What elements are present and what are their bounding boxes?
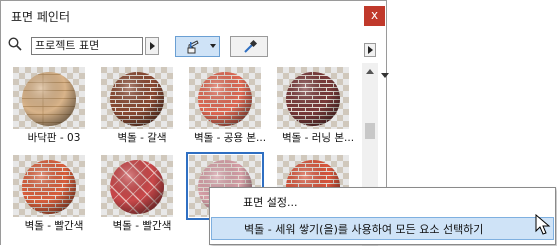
scroll-thumb[interactable] [365,123,375,139]
surface-label: 벽돌 - 러닝 본... [281,132,355,144]
surface-tile[interactable]: 벽돌 - 러닝 본... [273,63,355,145]
surface-label: 벽돌 - 갈색 [117,132,167,144]
options-menu-icon[interactable] [381,73,389,78]
surface-tile[interactable]: 벽돌 - 빨간색 [9,151,91,233]
surface-thumbnail[interactable] [13,155,85,217]
surface-thumbnail[interactable] [13,67,85,129]
surface-tile[interactable]: 바닥판 - 03 [9,63,91,145]
mouse-cursor-icon [535,214,551,235]
surface-label: 바닥판 - 03 [27,132,81,144]
window-title: 표면 페인터 [11,10,71,24]
menu-item-select-all-elements[interactable]: 벽돌 - 세워 쌓기(을)를 사용하여 모든 요소 선택하기 [211,217,554,240]
close-button[interactable]: x [364,6,385,26]
surface-tile[interactable]: 벽돌 - 공용 본... [185,63,267,145]
toolbar: 프로젝트 표면 [1,31,389,78]
search-input[interactable]: 프로젝트 표면 [31,37,143,55]
scroll-up-icon[interactable] [366,69,374,74]
surface-thumbnail[interactable] [277,67,349,129]
paint-brush-icon [187,40,199,54]
surface-label: 벽돌 - 공용 본... [193,132,267,144]
close-icon: x [370,8,379,22]
search-arrow-button[interactable] [145,37,159,55]
paint-brush-button[interactable] [175,36,220,57]
title-bar: 표면 페인터 x [1,1,386,31]
search-icon [8,37,22,51]
surface-label: 벽돌 - 빨간색 [112,220,172,232]
surface-tile[interactable]: 벽돌 - 빨간색 [97,151,179,233]
menu-item-surface-settings[interactable]: 표면 설정... [211,191,554,214]
panel-expand-button[interactable] [364,43,376,57]
context-menu: 표면 설정... 벽돌 - 세워 쌓기(을)를 사용하여 모든 요소 선택하기 [209,187,556,245]
surface-thumbnail[interactable] [101,67,173,129]
surface-tile[interactable]: 벽돌 - 갈색 [97,63,179,145]
eyedropper-icon [244,39,258,53]
surface-label: 벽돌 - 빨간색 [24,220,84,232]
chevron-down-icon [210,44,216,48]
surface-thumbnail[interactable] [189,67,261,129]
eyedropper-button[interactable] [230,36,268,57]
surface-thumbnail[interactable] [101,155,173,217]
